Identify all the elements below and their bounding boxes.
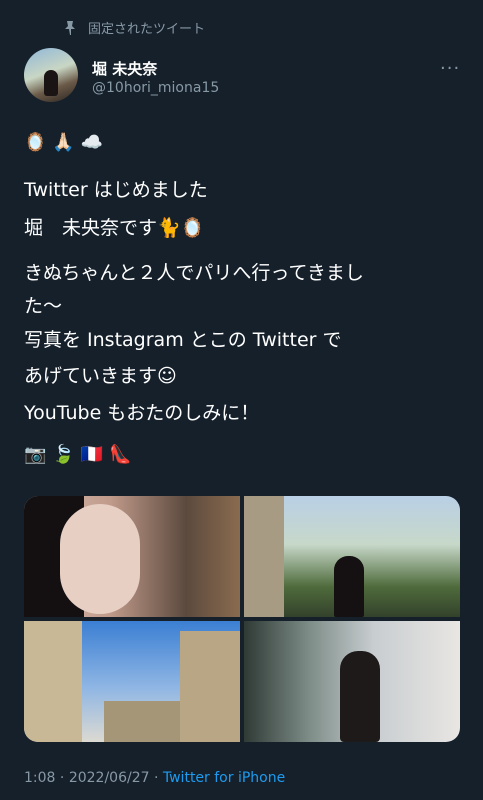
emoji-row-top: 🪞 🙏🏻 ☁️: [24, 132, 103, 153]
tweet-line: きぬちゃんと２人でパリへ行ってきまし: [24, 262, 364, 284]
photo-3[interactable]: [24, 621, 240, 742]
pray-emoji: 🙏🏻: [52, 132, 75, 153]
tweet-line: Twitter はじめました: [24, 179, 208, 201]
tweet-line: た〜: [24, 295, 63, 317]
user-handle[interactable]: @10hori_miona15: [92, 80, 219, 96]
camera-emoji: 📷: [24, 444, 47, 465]
photo-1[interactable]: [24, 496, 240, 617]
tweet-line: 堀 未央奈です🐈🪞: [24, 217, 205, 239]
heel-emoji: 👠: [109, 444, 132, 465]
more-options-button[interactable]: ···: [440, 58, 460, 79]
france-flag-emoji: 🇫🇷: [80, 444, 104, 465]
user-name[interactable]: 堀 未央奈: [92, 58, 157, 79]
pinned-indicator: 固定されたツイート: [62, 18, 205, 37]
photo-2[interactable]: [244, 496, 460, 617]
pin-icon: [65, 20, 75, 35]
meta-separator: ·: [149, 770, 163, 786]
tweet-line: YouTube もおたのしみに！: [24, 402, 260, 424]
tweet-time: 1:08: [24, 770, 56, 786]
cloud-emoji: ☁️: [80, 132, 104, 153]
tweet-meta: 1:08 · 2022/06/27 · Twitter for iPhone: [24, 770, 285, 786]
meta-separator: ·: [55, 770, 69, 786]
avatar[interactable]: [24, 48, 78, 102]
tweet-line: 写真を Instagram とこの Twitter で: [24, 329, 342, 351]
photo-4[interactable]: [244, 621, 460, 742]
tweet-source-link[interactable]: Twitter for iPhone: [163, 770, 285, 786]
mirror-emoji: 🪞: [24, 132, 47, 153]
emoji-row-bottom: 📷 🍃 🇫🇷 👠: [24, 444, 132, 465]
leaf-emoji: 🍃: [52, 444, 75, 465]
tweet-line: あげていきます☺︎: [24, 365, 177, 387]
photo-grid: [24, 496, 460, 742]
pinned-label: 固定されたツイート: [88, 22, 206, 37]
tweet-date: 2022/06/27: [68, 770, 150, 786]
